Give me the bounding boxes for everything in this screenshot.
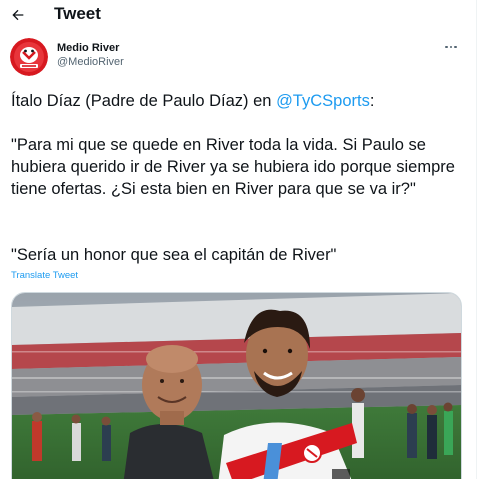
- back-arrow-icon: [12, 9, 24, 21]
- author-row: Medio River @MedioRiver: [0, 36, 476, 80]
- page-title: Tweet: [54, 4, 101, 23]
- tweet-text: :: [369, 92, 375, 110]
- more-options-button[interactable]: [442, 40, 460, 54]
- more-dot-icon: [454, 45, 457, 49]
- tweet-page: Tweet Medio River @MedioRiver Ítalo Díaz…: [0, 0, 477, 479]
- stadium-photo-image: [12, 293, 461, 479]
- more-dot-icon: [445, 45, 448, 49]
- medio-river-logo-icon: [10, 38, 48, 76]
- author-names: Medio River @MedioRiver: [57, 41, 124, 70]
- tweet-paragraph-2: "Para mi que se quede en River toda la v…: [11, 136, 455, 198]
- more-dot-icon: [449, 45, 453, 49]
- translate-tweet-link[interactable]: Translate Tweet: [11, 270, 78, 281]
- tweet-photo[interactable]: [11, 292, 462, 479]
- avatar[interactable]: [10, 38, 48, 76]
- tweet-paragraph-3: "Sería un honor que sea el capitán de Ri…: [11, 246, 337, 264]
- tweet-text: Ítalo Díaz (Padre de Paulo Díaz) en: [11, 92, 277, 110]
- header: Tweet: [0, 0, 476, 30]
- tweet-paragraph-1: Ítalo Díaz (Padre de Paulo Díaz) en @TyC…: [11, 90, 374, 112]
- author-handle[interactable]: @MedioRiver: [57, 55, 124, 70]
- author-display-name[interactable]: Medio River: [57, 41, 124, 55]
- mention-link[interactable]: @TyCSports: [276, 92, 370, 110]
- back-button[interactable]: [6, 3, 30, 27]
